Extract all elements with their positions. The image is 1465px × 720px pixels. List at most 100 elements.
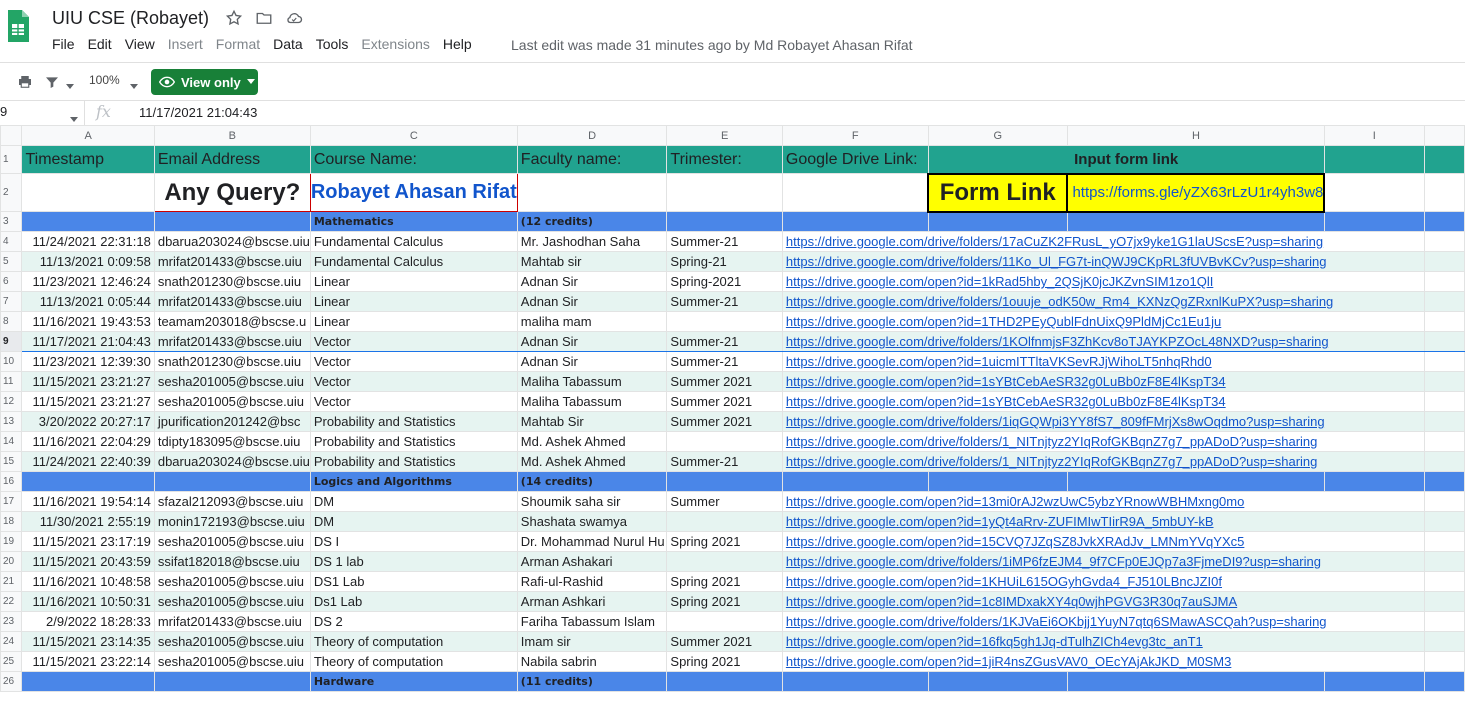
row-number[interactable]: 23	[0, 611, 23, 632]
cell[interactable]	[1423, 431, 1465, 452]
timestamp-cell[interactable]: 11/16/2021 19:54:14	[21, 491, 155, 512]
row-number[interactable]: 5	[0, 251, 23, 272]
faculty-cell[interactable]: Imam sir	[516, 631, 668, 652]
row-number[interactable]: 24	[0, 631, 23, 652]
faculty-cell[interactable]: Shashata swamya	[516, 511, 668, 532]
trimester-cell[interactable]: Spring 2021	[666, 591, 783, 612]
zoom-dropdown-icon[interactable]	[130, 77, 138, 95]
row-number[interactable]: 15	[0, 451, 23, 472]
document-title[interactable]: UIU CSE (Robayet)	[52, 8, 209, 29]
row-number[interactable]: 4	[0, 231, 23, 252]
cell[interactable]	[21, 173, 155, 212]
print-icon[interactable]	[16, 73, 34, 96]
cell[interactable]	[666, 471, 783, 492]
timestamp-cell[interactable]: 11/15/2021 23:21:27	[21, 371, 155, 392]
course-cell[interactable]: Probability and Statistics	[309, 451, 518, 472]
menu-help[interactable]: Help	[443, 36, 472, 52]
faculty-cell[interactable]: Fariha Tabassum Islam	[516, 611, 668, 632]
column-header-g[interactable]: G	[927, 125, 1068, 146]
drive-link[interactable]: https://drive.google.com/open?id=1jiR4ns…	[786, 654, 1231, 669]
folder-icon[interactable]	[254, 8, 274, 28]
trimester-cell[interactable]: Summer 2021	[666, 631, 783, 652]
email-cell[interactable]: snath201230@bscse.uiu	[153, 271, 311, 292]
cell[interactable]	[1423, 173, 1465, 212]
email-cell[interactable]: mrifat201433@bscse.uiu	[153, 251, 311, 272]
drive-link-cell[interactable]: https://drive.google.com/open?id=1sYBtCe…	[781, 391, 1425, 412]
drive-link[interactable]: https://drive.google.com/drive/folders/1…	[786, 614, 1327, 629]
trimester-cell[interactable]: Summer-21	[666, 291, 783, 312]
header-course[interactable]: Course Name:	[309, 145, 518, 174]
zoom-select[interactable]: 100%	[89, 73, 120, 87]
trimester-cell[interactable]: Summer 2021	[666, 411, 783, 432]
drive-link-cell[interactable]: https://drive.google.com/drive/folders/1…	[781, 291, 1425, 312]
cell[interactable]	[1066, 471, 1325, 492]
section-title[interactable]: Hardware	[309, 671, 518, 692]
cell[interactable]	[1323, 671, 1425, 692]
drive-link-cell[interactable]: https://drive.google.com/open?id=13mi0rA…	[781, 491, 1425, 512]
drive-link[interactable]: https://drive.google.com/drive/folders/1…	[786, 554, 1321, 569]
timestamp-cell[interactable]: 11/23/2021 12:39:30	[21, 351, 155, 372]
trimester-cell[interactable]: Summer	[666, 491, 783, 512]
course-cell[interactable]: DS 1 lab	[309, 551, 518, 572]
column-header-b[interactable]: B	[153, 125, 311, 146]
course-cell[interactable]: Theory of computation	[309, 651, 518, 672]
course-cell[interactable]: DM	[309, 511, 518, 532]
trimester-cell[interactable]: Spring 2021	[666, 651, 783, 672]
trimester-cell[interactable]	[666, 511, 783, 532]
row-number[interactable]: 22	[0, 591, 23, 612]
drive-link[interactable]: https://drive.google.com/open?id=1sYBtCe…	[786, 394, 1226, 409]
cell[interactable]	[781, 471, 929, 492]
cell[interactable]	[927, 211, 1068, 232]
header-trimester[interactable]: Trimester:	[666, 145, 783, 174]
drive-link-cell[interactable]: https://drive.google.com/drive/folders/1…	[781, 611, 1425, 632]
cell[interactable]	[1323, 173, 1425, 212]
cell[interactable]	[153, 671, 311, 692]
row-number[interactable]: 16	[0, 471, 23, 492]
timestamp-cell[interactable]: 11/24/2021 22:31:18	[21, 231, 155, 252]
cell[interactable]	[1423, 291, 1465, 312]
drive-link-cell[interactable]: https://drive.google.com/open?id=1KHUiL6…	[781, 571, 1425, 592]
faculty-cell[interactable]: Dr. Mohammad Nurul Hu	[516, 531, 668, 552]
course-cell[interactable]: Vector	[309, 371, 518, 392]
drive-link-cell[interactable]: https://drive.google.com/open?id=1c8IMDx…	[781, 591, 1425, 612]
trimester-cell[interactable]	[666, 551, 783, 572]
faculty-cell[interactable]: Shoumik saha sir	[516, 491, 668, 512]
row-number[interactable]: 26	[0, 671, 23, 692]
drive-link[interactable]: https://drive.google.com/open?id=1THD2PE…	[786, 314, 1221, 329]
trimester-cell[interactable]: Spring-21	[666, 251, 783, 272]
row-number[interactable]: 13	[0, 411, 23, 432]
faculty-cell[interactable]: Adnan Sir	[516, 291, 668, 312]
cell[interactable]	[927, 671, 1068, 692]
faculty-cell[interactable]: Md. Ashek Ahmed	[516, 451, 668, 472]
cell[interactable]	[1423, 571, 1465, 592]
drive-link-cell[interactable]: https://drive.google.com/open?id=1yQt4aR…	[781, 511, 1425, 532]
form-url-link[interactable]: https://forms.gle/yZX63rLzU1r4yh3w8	[1066, 172, 1326, 213]
trimester-cell[interactable]: Spring 2021	[666, 531, 783, 552]
faculty-cell[interactable]: Adnan Sir	[516, 331, 668, 352]
timestamp-cell[interactable]: 2/9/2022 18:28:33	[21, 611, 155, 632]
faculty-cell[interactable]: Mahtab Sir	[516, 411, 668, 432]
course-cell[interactable]: Linear	[309, 291, 518, 312]
timestamp-cell[interactable]: 11/24/2021 22:40:39	[21, 451, 155, 472]
menu-edit[interactable]: Edit	[88, 36, 112, 52]
cell[interactable]	[781, 671, 929, 692]
drive-link[interactable]: https://drive.google.com/drive/folders/1…	[786, 414, 1325, 429]
drive-link-cell[interactable]: https://drive.google.com/open?id=1jiR4ns…	[781, 651, 1425, 672]
row-number[interactable]: 10	[0, 351, 23, 372]
course-cell[interactable]: DS I	[309, 531, 518, 552]
timestamp-cell[interactable]: 11/16/2021 22:04:29	[21, 431, 155, 452]
menu-view[interactable]: View	[125, 36, 155, 52]
email-cell[interactable]: monin172193@bscse.uiu	[153, 511, 311, 532]
column-header-f[interactable]: F	[781, 125, 929, 146]
section-credits[interactable]: (11 credits)	[516, 671, 668, 692]
drive-link[interactable]: https://drive.google.com/open?id=1yQt4aR…	[786, 514, 1214, 529]
timestamp-cell[interactable]: 11/17/2021 21:04:43	[21, 331, 155, 352]
filter-icon[interactable]	[44, 73, 60, 96]
cell[interactable]	[1423, 671, 1465, 692]
row-number[interactable]: 8	[0, 311, 23, 332]
menu-tools[interactable]: Tools	[316, 36, 349, 52]
row-number[interactable]: 6	[0, 271, 23, 292]
menu-data[interactable]: Data	[273, 36, 303, 52]
sheets-logo-icon[interactable]	[6, 8, 30, 44]
last-edit-text[interactable]: Last edit was made 31 minutes ago by Md …	[511, 37, 913, 53]
